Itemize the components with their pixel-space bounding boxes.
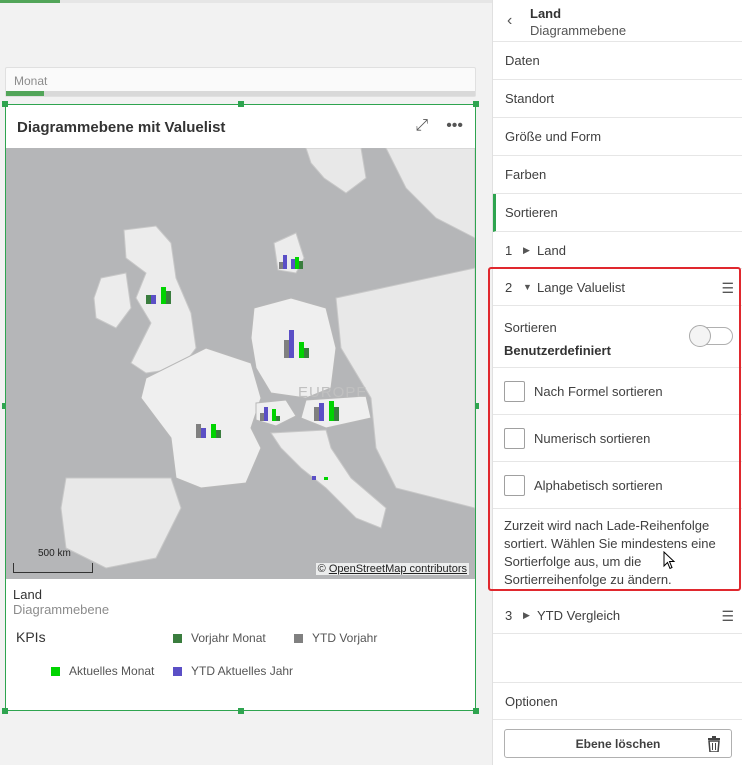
sort-item[interactable]: 3 ▶ YTD Vergleich ☰ xyxy=(493,597,742,634)
delete-layer-button[interactable]: Ebene löschen xyxy=(504,729,732,758)
triangle-down-icon: ▼ xyxy=(523,282,532,292)
kpi-label: KPIs xyxy=(16,629,46,645)
section-optionen[interactable]: Optionen xyxy=(493,682,742,720)
section-groesse[interactable]: Größe und Form xyxy=(493,118,742,156)
more-icon[interactable]: ••• xyxy=(446,117,463,135)
checkbox[interactable] xyxy=(504,380,525,402)
trash-icon xyxy=(707,736,721,755)
section-standort[interactable]: Standort xyxy=(493,80,742,118)
filter-label: Monat xyxy=(14,74,48,88)
triangle-right-icon: ▶ xyxy=(523,244,530,255)
legend-subtitle: Diagrammebene xyxy=(13,602,110,617)
panel-title: Land xyxy=(530,6,562,21)
legend-title: Land xyxy=(13,587,42,602)
sort-numeric-row[interactable]: Numerisch sortieren xyxy=(493,414,742,461)
panel-header: ‹ Land Diagrammebene xyxy=(493,0,742,42)
chart-title: Diagrammebene mit Valuelist xyxy=(17,119,226,136)
sort-item[interactable]: 1 ▶ Land xyxy=(493,232,742,269)
sort-toggle[interactable] xyxy=(689,325,733,347)
checkbox[interactable] xyxy=(504,474,525,496)
sort-by-formula-row[interactable]: Nach Formel sortieren xyxy=(493,367,742,414)
country-bars xyxy=(146,255,339,480)
chevron-left-icon[interactable]: ‹ xyxy=(507,12,512,30)
checkbox[interactable] xyxy=(504,427,525,449)
sort-info-text: Zurzeit wird nach Lade-Reihenfolge sorti… xyxy=(504,518,716,587)
legend-item[interactable]: YTD Aktuelles Jahr xyxy=(173,664,293,678)
top-strip xyxy=(0,0,492,3)
legend-item[interactable]: YTD Vorjahr xyxy=(294,631,377,645)
section-farben[interactable]: Farben xyxy=(493,156,742,194)
panel-subtitle: Diagrammebene xyxy=(530,23,627,38)
legend: Land Diagrammebene KPIs Vorjahr Monat YT… xyxy=(6,579,475,710)
expand-icon[interactable]: ⤢ xyxy=(415,117,428,135)
sort-item[interactable]: 2 ▼ Lange Valuelist ☰ xyxy=(493,269,742,306)
mouse-cursor-icon xyxy=(663,550,677,574)
section-daten[interactable]: Daten xyxy=(493,42,742,80)
sort-toggle-label: Sortieren xyxy=(504,320,557,335)
drag-handle-icon[interactable]: ☰ xyxy=(721,608,734,625)
properties-panel: ‹ Land Diagrammebene Daten Standort Größ… xyxy=(492,0,742,765)
section-sortieren[interactable]: Sortieren xyxy=(493,194,742,232)
triangle-right-icon: ▶ xyxy=(523,609,530,620)
map-attribution[interactable]: © OpenStreetMap contributors xyxy=(315,563,469,575)
drag-handle-icon[interactable]: ☰ xyxy=(721,280,734,297)
sort-alpha-row[interactable]: Alphabetisch sortieren xyxy=(493,461,742,508)
scale-bar: 500 km xyxy=(13,548,93,573)
month-filter[interactable]: Monat xyxy=(5,67,476,97)
legend-item[interactable]: Vorjahr Monat xyxy=(173,631,266,645)
map-area[interactable]: EUROPE 500 km © OpenStreetMap contributo… xyxy=(6,148,475,579)
chart-card[interactable]: Diagrammebene mit Valuelist ⤢ ••• EUROPE… xyxy=(2,101,479,714)
sort-mode: Benutzerdefiniert xyxy=(504,343,611,358)
filter-progress xyxy=(6,91,44,96)
legend-item[interactable]: Aktuelles Monat xyxy=(51,664,154,678)
